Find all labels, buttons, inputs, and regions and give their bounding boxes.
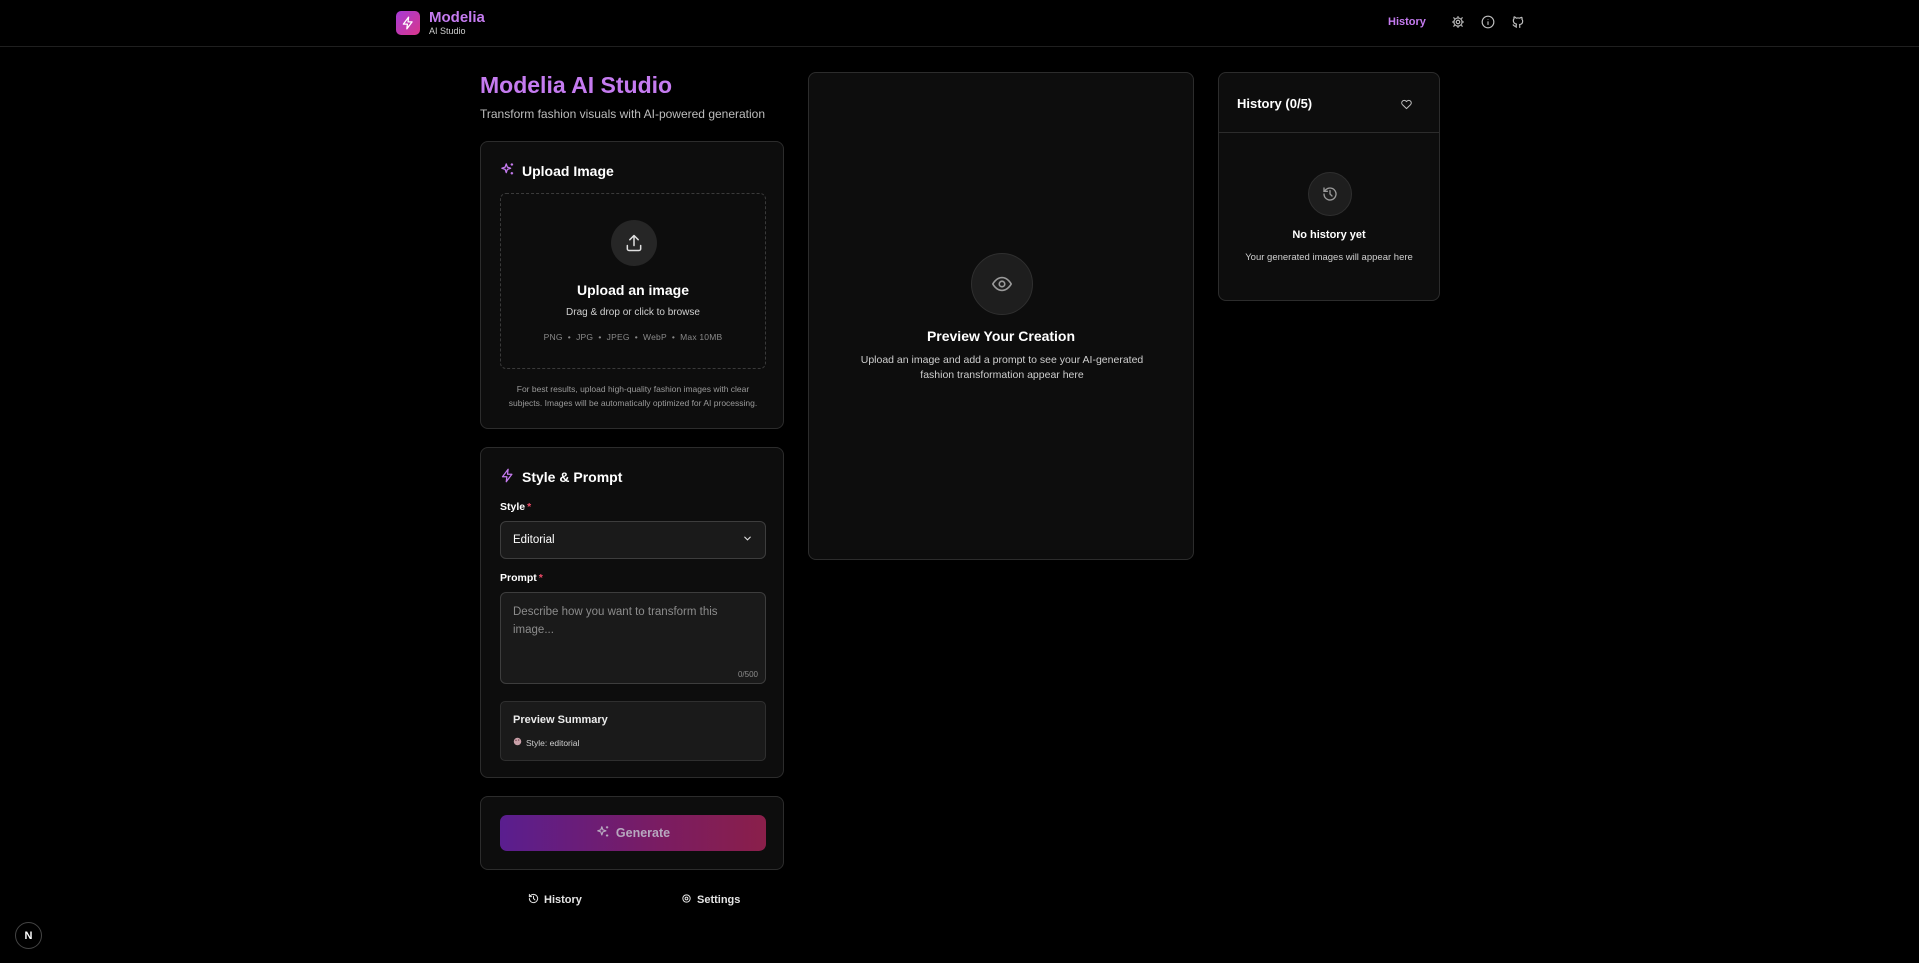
upload-dropzone[interactable]: Upload an image Drag & drop or click to … xyxy=(500,193,766,369)
info-icon[interactable] xyxy=(1480,14,1496,30)
upload-card: Upload Image Upload an image Drag & drop… xyxy=(480,141,784,429)
history-panel: History (0/5) No history yet Your genera… xyxy=(1218,72,1440,301)
brand-subtitle: AI Studio xyxy=(429,26,466,36)
upload-heading-label: Upload Image xyxy=(522,163,614,179)
chevron-down-icon xyxy=(742,533,753,547)
nav-actions: History xyxy=(1388,14,1526,30)
style-prompt-heading: Style & Prompt xyxy=(500,468,622,486)
preview-description: Upload an image and add a prompt to see … xyxy=(860,354,1144,381)
footer-settings-label: Settings xyxy=(697,894,741,906)
history-empty-title: No history yet xyxy=(1292,229,1366,241)
bolt-logo-icon xyxy=(396,11,420,35)
required-mark: * xyxy=(538,572,543,584)
style-label-text: Style xyxy=(500,501,526,513)
history-icon xyxy=(1308,172,1352,216)
dropzone-title: Upload an image xyxy=(576,282,690,298)
gear-icon xyxy=(681,893,692,907)
prompt-textarea[interactable]: Describe how you want to transform this … xyxy=(500,592,766,684)
history-empty-subtitle: Your generated images will appear here xyxy=(1245,252,1413,263)
preview-panel: Preview Your Creation Upload an image an… xyxy=(808,72,1194,560)
sparkles-icon xyxy=(596,825,610,842)
page-title: Modelia AI Studio xyxy=(480,72,673,98)
upload-icon xyxy=(611,220,657,266)
summary-title: Preview Summary xyxy=(513,714,608,726)
nav-history-link[interactable]: History xyxy=(1388,16,1426,28)
bolt-icon xyxy=(500,468,515,486)
top-navbar: Modelia AI Studio History xyxy=(0,0,1919,47)
dropzone-subtitle: Drag & drop or click to browse xyxy=(566,307,700,318)
char-count: 0/500 xyxy=(737,670,758,679)
preview-title: Preview Your Creation xyxy=(926,328,1076,344)
style-select[interactable]: Editorial xyxy=(500,521,766,559)
brand-name: Modelia xyxy=(429,9,485,26)
summary-style-text: Style: editorial xyxy=(526,737,580,748)
dev-tools-badge[interactable]: N xyxy=(15,922,42,949)
generate-button-label: Generate xyxy=(615,826,671,840)
footer-settings-link[interactable]: Settings xyxy=(681,893,740,907)
prompt-label-text: Prompt xyxy=(500,572,537,584)
eye-icon xyxy=(971,253,1033,315)
palette-icon xyxy=(513,737,522,748)
required-mark: * xyxy=(527,501,532,513)
upload-heading: Upload Image xyxy=(500,162,614,180)
footer-history-link[interactable]: History xyxy=(528,893,582,907)
brand[interactable]: Modelia AI Studio xyxy=(396,10,485,36)
history-header: History (0/5) xyxy=(1219,73,1439,133)
style-prompt-card: Style & Prompt Style * Editorial Prompt * … xyxy=(480,447,784,778)
sparkles-icon xyxy=(500,162,515,180)
gear-icon[interactable] xyxy=(1450,14,1466,30)
preview-summary: Preview Summary Style: editorial xyxy=(500,701,766,761)
upload-hint: For best results, upload high-quality fa… xyxy=(508,384,758,408)
prompt-label: Prompt * xyxy=(500,572,543,584)
history-icon xyxy=(528,893,539,907)
style-prompt-heading-label: Style & Prompt xyxy=(522,469,623,485)
style-select-value: Editorial xyxy=(513,534,555,546)
style-label: Style * xyxy=(500,501,531,513)
history-title: History (0/5) xyxy=(1237,96,1313,111)
footer-history-label: History xyxy=(544,894,582,906)
dropzone-formats: PNG • JPG • JPEG • WebP • Max 10MB xyxy=(543,332,723,342)
badge-letter: N xyxy=(24,929,33,942)
heart-icon[interactable] xyxy=(1401,97,1412,115)
prompt-placeholder: Describe how you want to transform this … xyxy=(513,606,718,636)
generate-button[interactable]: Generate xyxy=(500,815,766,851)
github-icon[interactable] xyxy=(1510,14,1526,30)
summary-style: Style: editorial xyxy=(513,737,579,748)
page-subtitle: Transform fashion visuals with AI-powere… xyxy=(480,107,766,121)
generate-card: Generate xyxy=(480,796,784,870)
